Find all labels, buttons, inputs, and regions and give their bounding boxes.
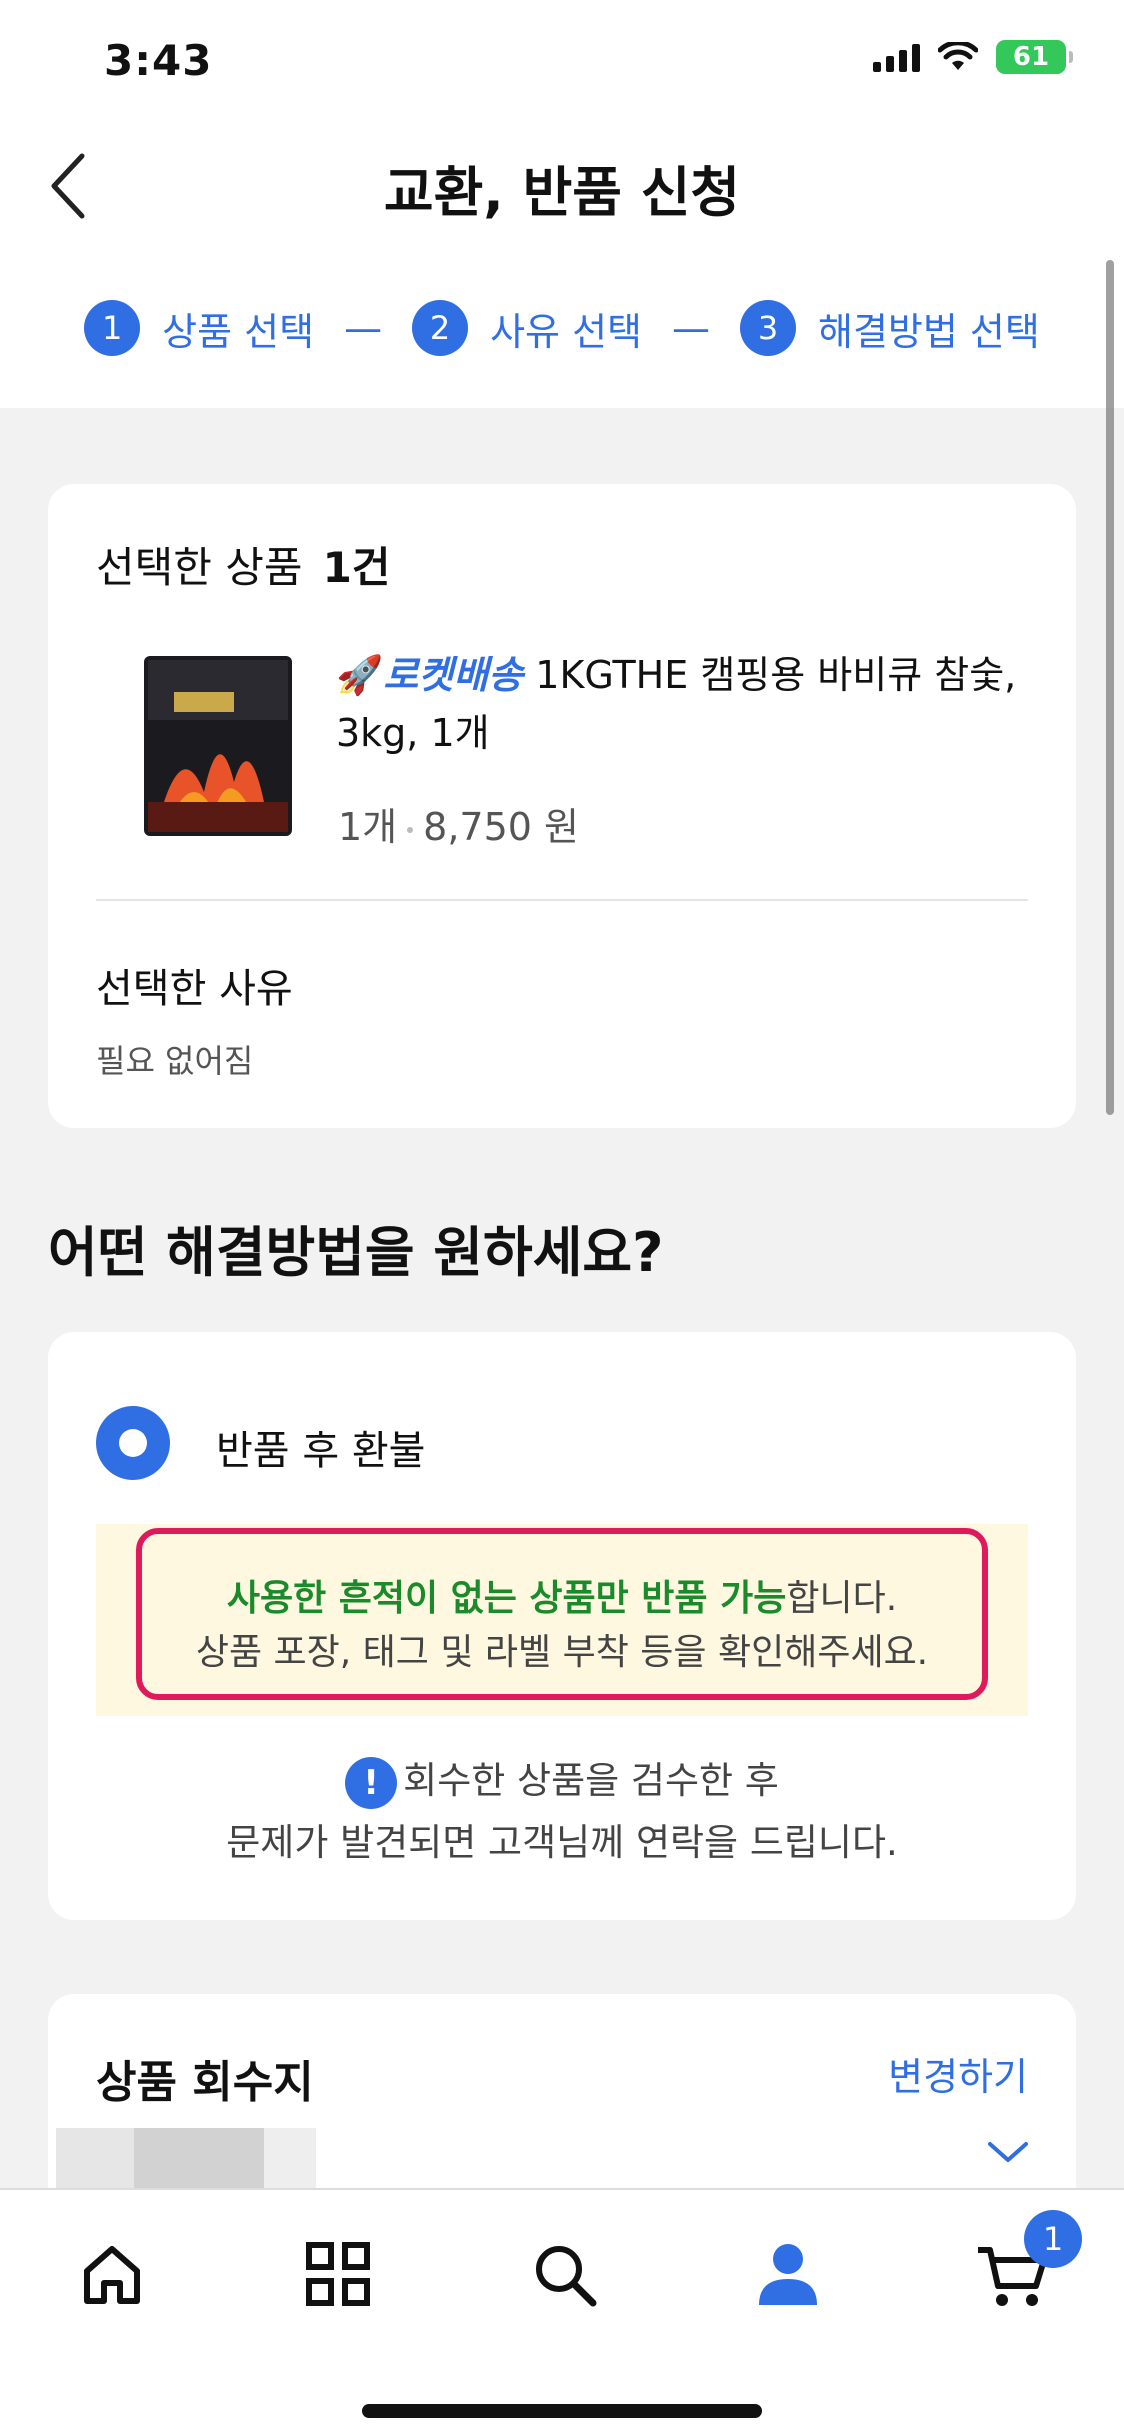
step-1-number: 1 [84, 300, 141, 356]
step-2-number: 2 [412, 300, 469, 356]
info-line-1: 회수한 상품을 검수한 후 [403, 1759, 779, 1802]
separator-dot [407, 826, 414, 833]
home-indicator [362, 2404, 762, 2418]
step-separator: — [344, 306, 383, 350]
selected-product-heading: 선택한 상품 [96, 543, 303, 592]
step-1-label: 상품 선택 [162, 309, 315, 354]
change-address-link[interactable]: 변경하기 [888, 2046, 1028, 2101]
rocket-icon: 🚀 [336, 653, 384, 697]
cellular-signal-icon [873, 42, 920, 72]
page-title: 교환, 반품 신청 [383, 161, 741, 224]
inspection-info: ! 회수한 상품을 검수한 후 문제가 발견되면 고객님께 연락을 드립니다. [48, 1750, 1076, 1874]
rocket-delivery-badge: 로켓배송 [383, 653, 524, 697]
step-separator: — [672, 306, 710, 350]
step-3: 3 해결방법 선택 [740, 300, 1040, 356]
step-2: 2 사유 선택 [412, 300, 642, 356]
step-3-label: 해결방법 선택 [818, 309, 1040, 354]
scrollbar[interactable] [1106, 260, 1114, 1115]
search-icon[interactable] [524, 2234, 604, 2314]
battery-icon: 61 [996, 40, 1073, 74]
step-1: 1 상품 선택 [84, 300, 314, 356]
home-icon[interactable] [72, 2234, 152, 2314]
chevron-down-icon[interactable] [986, 2140, 1030, 2164]
bottom-tab-bar: 1 [0, 2188, 1124, 2436]
divider [96, 899, 1028, 901]
selected-product-count: 1건 [322, 543, 391, 592]
info-icon: ! [345, 1756, 398, 1809]
cart-badge: 1 [1024, 2210, 1082, 2268]
info-line-2: 문제가 발견되면 고객님께 연락을 드립니다. [226, 1821, 898, 1864]
status-icons: 61 [873, 40, 1073, 74]
selected-product-card: 선택한 상품 1건 🚀로켓배송 1KGTHE 캠핑용 바비큐 참숯, 3kg, 1… [48, 484, 1076, 1128]
product-quantity: 1개 [338, 805, 398, 849]
selected-reason-label: 선택한 사유 [96, 966, 293, 1012]
step-indicator: 1 상품 선택 — 2 사유 선택 — 3 해결방법 선택 [0, 300, 1124, 356]
resolution-option-card: 반품 후 환불 사용한 흔적이 없는 상품만 반품 가능합니다. 상품 포장, … [48, 1332, 1076, 1920]
top-section: 3:43 61 교환, 반품 신청 1 상품 선택 — 2 사유 선택 — 3 … [0, 0, 1124, 408]
pickup-address-title: 상품 회수지 [96, 2057, 314, 2108]
notice-line-2: 상품 포장, 태그 및 라벨 부착 등을 확인해주세요. [195, 1632, 929, 1673]
product-thumbnail [144, 656, 292, 836]
return-notice: 사용한 흔적이 없는 상품만 반품 가능합니다. 상품 포장, 태그 및 라벨 … [96, 1524, 1028, 1716]
resolution-question: 어떤 해결방법을 원하세요? [48, 1221, 664, 1284]
categories-icon[interactable] [298, 2234, 378, 2314]
wifi-icon [938, 42, 978, 70]
notice-rest: 합니다. [786, 1578, 898, 1619]
product-price: 8,750 원 [423, 805, 579, 849]
refund-radio[interactable] [96, 1406, 170, 1480]
product-name[interactable]: 🚀로켓배송 1KGTHE 캠핑용 바비큐 참숯, 3kg, 1개 [336, 646, 1056, 762]
status-time: 3:43 [104, 36, 213, 85]
selected-reason-value: 필요 없어짐 [96, 1042, 254, 1080]
refund-option-label[interactable]: 반품 후 환불 [216, 1418, 425, 1476]
notice-highlight: 사용한 흔적이 없는 상품만 반품 가능 [226, 1578, 787, 1619]
step-3-number: 3 [740, 300, 796, 356]
step-2-label: 사유 선택 [490, 309, 642, 354]
my-account-icon[interactable] [748, 2234, 828, 2314]
selected-product-title: 선택한 상품 1건 [96, 534, 390, 595]
product-meta: 1개 8,750 원 [338, 796, 579, 851]
return-notice-highlight-box: 사용한 흔적이 없는 상품만 반품 가능합니다. 상품 포장, 태그 및 라벨 … [136, 1528, 988, 1700]
